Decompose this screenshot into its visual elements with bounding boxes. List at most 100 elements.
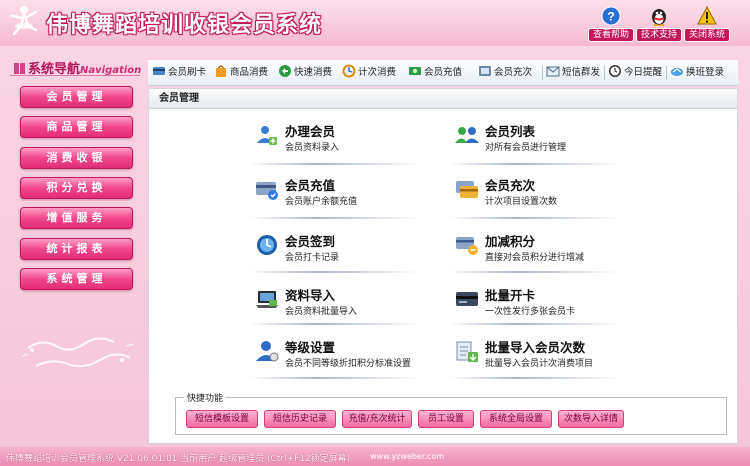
warning-icon (697, 6, 717, 25)
help-button[interactable]: ? 查看帮助 (588, 6, 634, 42)
close-system-button-label: 关闭系统 (684, 28, 730, 42)
sidebar-item-system-management[interactable]: 系统管理 (20, 268, 133, 290)
function-title: 会员充值 (285, 178, 336, 193)
member-times-icon (456, 181, 478, 198)
shift-login-icon (671, 68, 683, 76)
function-divider (449, 271, 619, 273)
function-divider (449, 377, 619, 379)
main-panel: 会员管理 办理会员 会员资料录入 会员充值 会员账户余额充值 会员签到 会员打卡… (148, 88, 738, 444)
sidebar-item-points-exchange[interactable]: 积分兑换 (20, 177, 133, 199)
member-list-icon (455, 127, 479, 143)
function-points-adjust[interactable]: 加减积分 直接对会员积分进行增减 (455, 231, 635, 273)
quick-sms-template-button[interactable]: 短信模板设置 (186, 410, 258, 428)
quick-recharge-stats-button[interactable]: 充值/充次统计 (342, 410, 412, 428)
toolbar-product-consume[interactable]: 商品消费 (214, 64, 268, 82)
quick-functions-group: 快捷功能 短信模板设置 短信历史记录 充值/充次统计 员工设置 系统全局设置 次… (175, 391, 727, 435)
function-title: 等级设置 (285, 340, 336, 355)
function-title: 会员充次 (485, 178, 536, 193)
quick-global-setting-button[interactable]: 系统全局设置 (480, 410, 552, 428)
function-title: 批量开卡 (485, 288, 536, 303)
tech-support-button-label: 技术支持 (636, 28, 682, 42)
laptop-import-icon (256, 291, 278, 308)
function-divider (249, 323, 419, 325)
quick-staff-setting-button[interactable]: 员工设置 (418, 410, 474, 428)
function-desc: 会员资料批量导入 (285, 307, 358, 317)
ballerina-logo-icon (10, 6, 38, 36)
function-add-member[interactable]: 办理会员 会员资料录入 (255, 121, 435, 163)
app-title: 伟博舞蹈培训收银会员系统 (46, 12, 323, 38)
sidebar-item-consume-cashier[interactable]: 消费收银 (20, 147, 133, 169)
function-data-import[interactable]: 资料导入 会员资料批量导入 (255, 285, 435, 327)
toolbar-separator (666, 66, 667, 80)
member-recharge-icon (256, 182, 278, 200)
sidebar-item-member-management[interactable]: 会员管理 (20, 86, 133, 108)
function-divider (249, 271, 419, 273)
toolbar-member-swipe[interactable]: 会员刷卡 (152, 64, 206, 82)
function-divider (449, 217, 619, 219)
decorative-slogan-icon (22, 337, 135, 368)
function-desc: 会员不同等级折扣积分标准设置 (285, 359, 412, 369)
app-header: 伟博舞蹈培训收银会员系统 ? 查看帮助 技术支持 关闭系统 (0, 0, 750, 46)
shopping-icon (216, 65, 226, 77)
batch-card-icon (456, 292, 478, 306)
quick-times-import-detail-button[interactable]: 次数导入详情 (558, 410, 624, 428)
toolbar-sms-broadcast[interactable]: 短信群发 (546, 64, 600, 82)
sms-icon (546, 66, 560, 77)
function-title: 加减积分 (485, 234, 536, 249)
help-button-label: 查看帮助 (588, 28, 634, 42)
toolbar-separator (604, 66, 605, 80)
add-member-icon (257, 126, 277, 145)
svg-text:?: ? (607, 10, 614, 24)
toolbar-member-recharge[interactable]: 会员充值 (408, 64, 462, 82)
toolbar-count-consume[interactable]: 计次消费 (342, 64, 396, 82)
function-level-setting[interactable]: 等级设置 会员不同等级折扣积分标准设置 (255, 337, 435, 379)
function-member-recharge[interactable]: 会员充值 会员账户余额充值 (255, 175, 435, 217)
card-swipe-icon (153, 67, 165, 75)
sidebar-item-reports[interactable]: 统计报表 (20, 238, 133, 260)
toolbar-member-recharge-times[interactable]: 会员充次 (478, 64, 532, 82)
status-website: www.yzweber.com (370, 452, 445, 461)
quick-consume-icon (279, 65, 291, 77)
function-desc: 直接对会员积分进行增减 (485, 253, 585, 263)
function-divider (249, 163, 419, 165)
toolbar-label: 会员充次 (494, 67, 533, 78)
panel-title: 会员管理 (149, 89, 737, 109)
function-desc: 一次性发行多张会员卡 (485, 307, 576, 317)
function-divider (449, 323, 619, 325)
recharge-icon (409, 67, 421, 75)
sign-in-icon (257, 235, 277, 255)
toolbar-label: 商品消费 (230, 67, 269, 78)
function-batch-import-times[interactable]: 批量导入会员次数 批量导入会员计次消费项目 (455, 337, 635, 379)
tech-support-button[interactable]: 技术支持 (636, 6, 682, 42)
function-title: 会员列表 (485, 124, 536, 139)
function-member-list[interactable]: 会员列表 对所有会员进行管理 (455, 121, 635, 163)
function-title: 会员签到 (285, 234, 336, 249)
function-title: 批量导入会员次数 (485, 340, 586, 355)
function-batch-card[interactable]: 批量开卡 一次性发行多张会员卡 (455, 285, 635, 327)
clock-icon (609, 65, 621, 77)
toolbar-quick-consume[interactable]: 快速消费 (278, 64, 332, 82)
function-member-sign-in[interactable]: 会员签到 会员打卡记录 (255, 231, 435, 273)
qq-penguin-icon (652, 9, 666, 26)
close-system-button[interactable]: 关闭系统 (684, 6, 730, 42)
quick-functions-legend: 快捷功能 (184, 391, 227, 404)
toolbar-label: 会员充值 (424, 67, 463, 78)
count-consume-icon (342, 64, 356, 78)
function-title: 办理会员 (285, 124, 336, 139)
function-desc: 对所有会员进行管理 (485, 143, 567, 153)
function-divider (249, 377, 419, 379)
sidebar-item-value-added[interactable]: 增值服务 (20, 207, 133, 229)
toolbar-label: 短信群发 (562, 67, 601, 78)
help-icon: ? (601, 6, 621, 26)
points-adjust-icon (456, 237, 478, 255)
function-desc: 会员打卡记录 (285, 253, 340, 263)
function-desc: 会员账户余额充值 (285, 197, 358, 207)
toolbar-shift-login[interactable]: 换班登录 (670, 64, 724, 82)
sidebar-item-product-management[interactable]: 商品管理 (20, 116, 133, 138)
quick-sms-history-button[interactable]: 短信历史记录 (264, 410, 336, 428)
toolbar-label: 今日提醒 (624, 67, 663, 78)
toolbar-today-reminder[interactable]: 今日提醒 (608, 64, 662, 82)
function-divider (249, 217, 419, 219)
function-member-recharge-times[interactable]: 会员充次 计次项目设置次数 (455, 175, 635, 217)
status-text: 伟博舞蹈培训会员管理系统 V21.06.01.01 当前用户 超级管理员 (Ct… (6, 454, 351, 464)
